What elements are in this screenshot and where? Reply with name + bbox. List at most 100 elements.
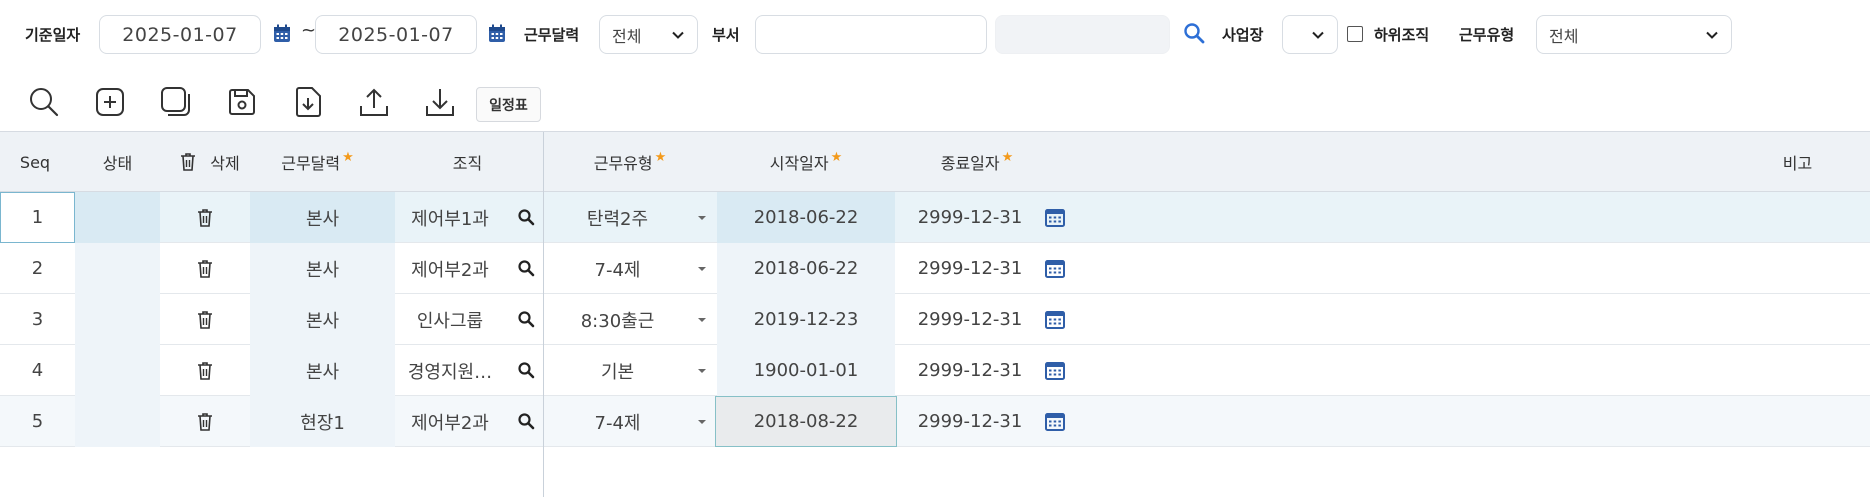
download-button[interactable] [422, 84, 458, 120]
calendar-icon[interactable] [1045, 361, 1065, 380]
upload-button[interactable] [356, 84, 392, 120]
trash-icon[interactable] [197, 259, 213, 279]
chevron-down-icon [1312, 31, 1324, 39]
start-date-cell[interactable]: 1900-01-01 [717, 345, 895, 396]
table-row[interactable]: 2 본사 제어부2과 7-4제 2018-06-22 2999-12-31 [0, 243, 1870, 294]
calendar-filter-label: 근무달력 [524, 26, 580, 44]
table-row[interactable]: 4 본사 경영지원… 기본 1900-01-01 2999-12-31 [0, 345, 1870, 396]
trash-icon[interactable] [197, 208, 213, 228]
work-type-cell[interactable]: 기본 [545, 345, 690, 396]
note-cell[interactable] [1740, 345, 1855, 396]
dept-input[interactable] [755, 15, 987, 54]
org-cell[interactable]: 제어부1과 [395, 192, 505, 243]
calendar-icon[interactable] [1045, 208, 1065, 227]
add-button[interactable] [92, 84, 128, 120]
required-star-icon: ★ [342, 149, 354, 165]
calendar-icon[interactable] [1045, 412, 1065, 431]
work-type-cell[interactable]: 7-4제 [545, 396, 690, 447]
col-org[interactable]: 조직 [390, 132, 545, 192]
col-end-date[interactable]: 종료일자 ★ [897, 132, 1057, 192]
start-date-cell[interactable]: 2018-08-22 [717, 396, 895, 447]
col-start-date[interactable]: 시작일자 ★ [715, 132, 897, 192]
calendar-cell[interactable]: 현장1 [250, 396, 395, 447]
calendar-filter-select[interactable]: 전체 [599, 15, 698, 54]
trash-icon[interactable] [197, 361, 213, 381]
calendar-icon[interactable] [273, 24, 291, 43]
trash-icon[interactable] [197, 310, 213, 330]
calendar-cell[interactable]: 본사 [250, 345, 395, 396]
end-date-cell[interactable]: 2999-12-31 [905, 396, 1035, 447]
calendar-icon[interactable] [1045, 310, 1065, 329]
calendar-cell[interactable]: 본사 [250, 192, 395, 243]
status-cell [75, 294, 160, 345]
col-note[interactable]: 비고 [1740, 132, 1855, 192]
start-date-cell[interactable]: 2018-06-22 [717, 243, 895, 294]
col-seq[interactable]: Seq [0, 132, 70, 192]
work-type-cell[interactable]: 7-4제 [545, 243, 690, 294]
work-type-cell[interactable]: 8:30출근 [545, 294, 690, 345]
org-cell[interactable]: 경영지원… [395, 345, 505, 396]
note-cell[interactable] [1740, 192, 1855, 243]
delete-cell[interactable] [160, 345, 250, 396]
end-date-input[interactable]: 2025-01-07 [315, 15, 477, 54]
dropdown-arrow-icon[interactable] [697, 316, 707, 324]
download-file-icon [296, 87, 321, 117]
calendar-icon[interactable] [1045, 259, 1065, 278]
search-icon[interactable] [517, 310, 535, 328]
note-cell[interactable] [1740, 243, 1855, 294]
work-type-cell[interactable]: 탄력2주 [545, 192, 690, 243]
search-icon[interactable] [517, 208, 535, 226]
calendar-cell[interactable]: 본사 [250, 294, 395, 345]
table-row[interactable]: 5 현장1 제어부2과 7-4제 2018-08-22 2999-12-31 [0, 396, 1870, 447]
calendar-cell[interactable]: 본사 [250, 243, 395, 294]
trash-icon[interactable] [197, 412, 213, 432]
col-calendar[interactable]: 근무달력 ★ [250, 132, 385, 192]
search-icon[interactable] [517, 412, 535, 430]
delete-cell[interactable] [160, 243, 250, 294]
download-file-button[interactable] [290, 84, 326, 120]
calendar-icon[interactable] [488, 24, 506, 43]
seq-cell: 3 [31, 309, 44, 330]
grid-header: Seq 상태 삭제 근무달력 ★ 조직 근무유형 ★ 시작일자 ★ 종료일자 ★ 비고 [0, 132, 1870, 192]
start-date-input[interactable]: 2025-01-07 [99, 15, 261, 54]
col-start-date-label: 시작일자 [769, 154, 829, 173]
org-cell[interactable]: 제어부2과 [395, 243, 505, 294]
end-date-cell[interactable]: 2999-12-31 [905, 243, 1035, 294]
org-cell[interactable]: 인사그룹 [395, 294, 505, 345]
org-cell[interactable]: 제어부2과 [395, 396, 505, 447]
end-date-cell[interactable]: 2999-12-31 [905, 192, 1035, 243]
col-status[interactable]: 상태 [80, 132, 155, 192]
download-icon [426, 89, 454, 116]
end-date-cell[interactable]: 2999-12-31 [905, 294, 1035, 345]
search-icon[interactable] [517, 259, 535, 277]
sub-org-label: 하위조직 [1374, 26, 1430, 44]
col-work-type[interactable]: 근무유형 ★ [545, 132, 715, 192]
search-icon[interactable] [517, 361, 535, 379]
dropdown-arrow-icon[interactable] [697, 214, 707, 222]
dropdown-arrow-icon[interactable] [697, 367, 707, 375]
start-date-cell[interactable]: 2018-06-22 [717, 192, 895, 243]
seq-cell: 2 [31, 258, 44, 279]
dropdown-arrow-icon[interactable] [697, 418, 707, 426]
note-cell[interactable] [1740, 396, 1855, 447]
schedule-button[interactable]: 일정표 [476, 87, 541, 122]
end-date-cell[interactable]: 2999-12-31 [905, 345, 1035, 396]
search-icon [30, 88, 59, 117]
search-button[interactable] [26, 84, 62, 120]
col-delete[interactable]: 삭제 [160, 132, 260, 192]
calendar-filter-value: 전체 [612, 26, 642, 46]
copy-button[interactable] [158, 84, 194, 120]
delete-cell[interactable] [160, 396, 250, 447]
delete-cell[interactable] [160, 192, 250, 243]
start-date-cell[interactable]: 2019-12-23 [717, 294, 895, 345]
table-row[interactable]: 1 본사 제어부1과 탄력2주 2018-06-22 2999-12-31 [0, 192, 1870, 243]
table-row[interactable]: 3 본사 인사그룹 8:30출근 2019-12-23 2999-12-31 [0, 294, 1870, 345]
note-cell[interactable] [1740, 294, 1855, 345]
save-button[interactable] [224, 84, 260, 120]
dropdown-arrow-icon[interactable] [697, 265, 707, 273]
delete-cell[interactable] [160, 294, 250, 345]
work-type-filter-select[interactable]: 전체 [1536, 15, 1732, 54]
site-select[interactable] [1282, 15, 1338, 54]
search-icon[interactable] [1183, 22, 1206, 45]
sub-org-checkbox[interactable] [1347, 26, 1363, 42]
